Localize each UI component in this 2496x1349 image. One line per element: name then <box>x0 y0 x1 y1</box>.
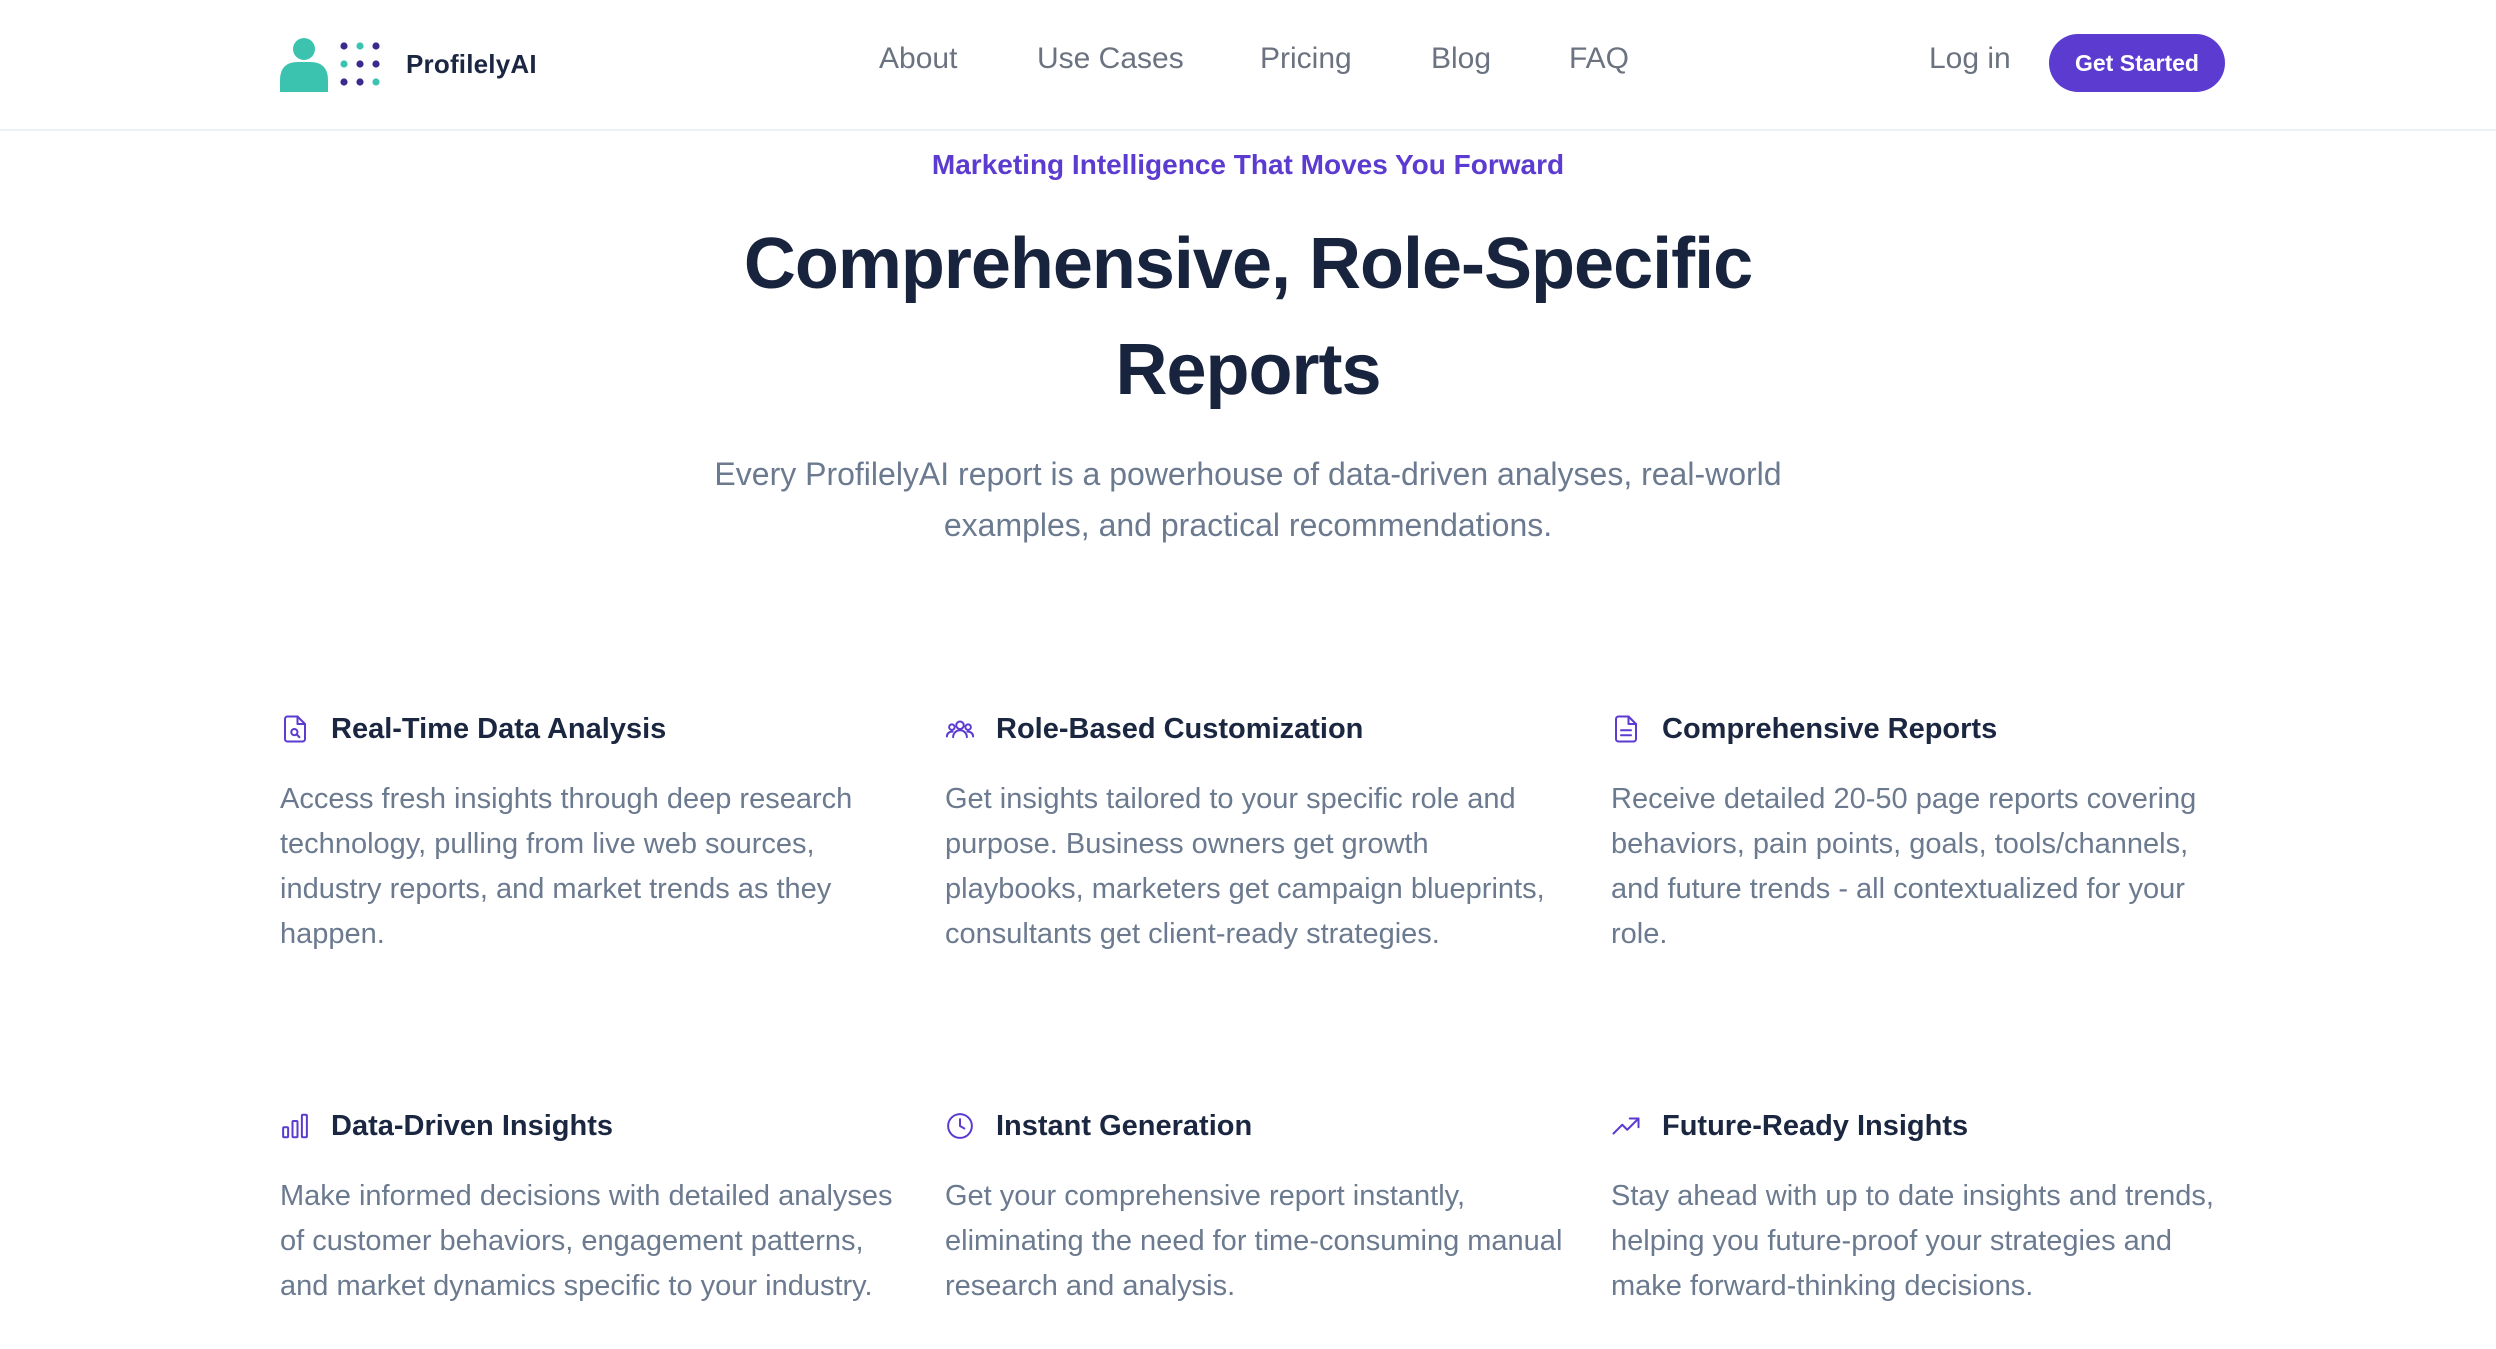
nav-faq[interactable]: FAQ <box>1569 42 1629 76</box>
hero-subtitle: Every ProfilelyAI report is a powerhouse… <box>714 456 1782 543</box>
feature-description: Get insights tailored to your specific r… <box>945 783 1545 950</box>
feature-title: Future-Ready Insights <box>1662 1109 1969 1142</box>
feature-card-future-ready: Future-Ready Insights Stay ahead with up… <box>1611 1106 2251 1309</box>
file-search-icon <box>284 715 306 743</box>
feature-description: Stay ahead with up to date insights and … <box>1611 1180 2214 1302</box>
feature-description: Receive detailed 20-50 page reports cove… <box>1611 783 2197 950</box>
hero-title: Comprehensive, Role-Specific Reports <box>743 224 1753 410</box>
clock-icon <box>947 1113 973 1139</box>
feature-card-instant: Instant Generation Get your comprehensiv… <box>945 1106 1585 1309</box>
nav-blog[interactable]: Blog <box>1431 42 1491 76</box>
feature-description: Access fresh insights through deep resea… <box>280 783 853 950</box>
document-icon <box>1615 715 1637 743</box>
login-link[interactable]: Log in <box>1929 42 2011 76</box>
users-icon <box>945 720 975 739</box>
nav-about[interactable]: About <box>879 42 957 76</box>
navbar: ProfilelyAI About Use Cases Pricing Blog… <box>0 0 2496 131</box>
feature-title: Comprehensive Reports <box>1662 712 1998 745</box>
feature-description: Get your comprehensive report instantly,… <box>945 1180 1563 1302</box>
get-started-button[interactable]: Get Started <box>2049 34 2225 92</box>
feature-card-data-driven: Data-Driven Insights Make informed decis… <box>280 1106 920 1309</box>
hero-eyebrow: Marketing Intelligence That Moves You Fo… <box>931 149 1565 180</box>
trending-up-icon <box>1612 1117 1640 1135</box>
feature-title: Real-Time Data Analysis <box>331 712 667 745</box>
nav-pricing[interactable]: Pricing <box>1260 42 1352 76</box>
feature-title: Role-Based Customization <box>996 712 1364 745</box>
feature-card-comprehensive: Comprehensive Reports Receive detailed 2… <box>1611 709 2251 957</box>
feature-title: Data-Driven Insights <box>331 1109 613 1142</box>
feature-title: Instant Generation <box>996 1109 1253 1142</box>
nav-use-cases[interactable]: Use Cases <box>1037 42 1184 76</box>
feature-card-role-based: Role-Based Customization Get insights ta… <box>945 709 1585 957</box>
bar-chart-icon <box>282 1113 308 1139</box>
feature-description: Make informed decisions with detailed an… <box>280 1180 893 1302</box>
feature-card-real-time: Real-Time Data Analysis Access fresh ins… <box>280 709 920 957</box>
